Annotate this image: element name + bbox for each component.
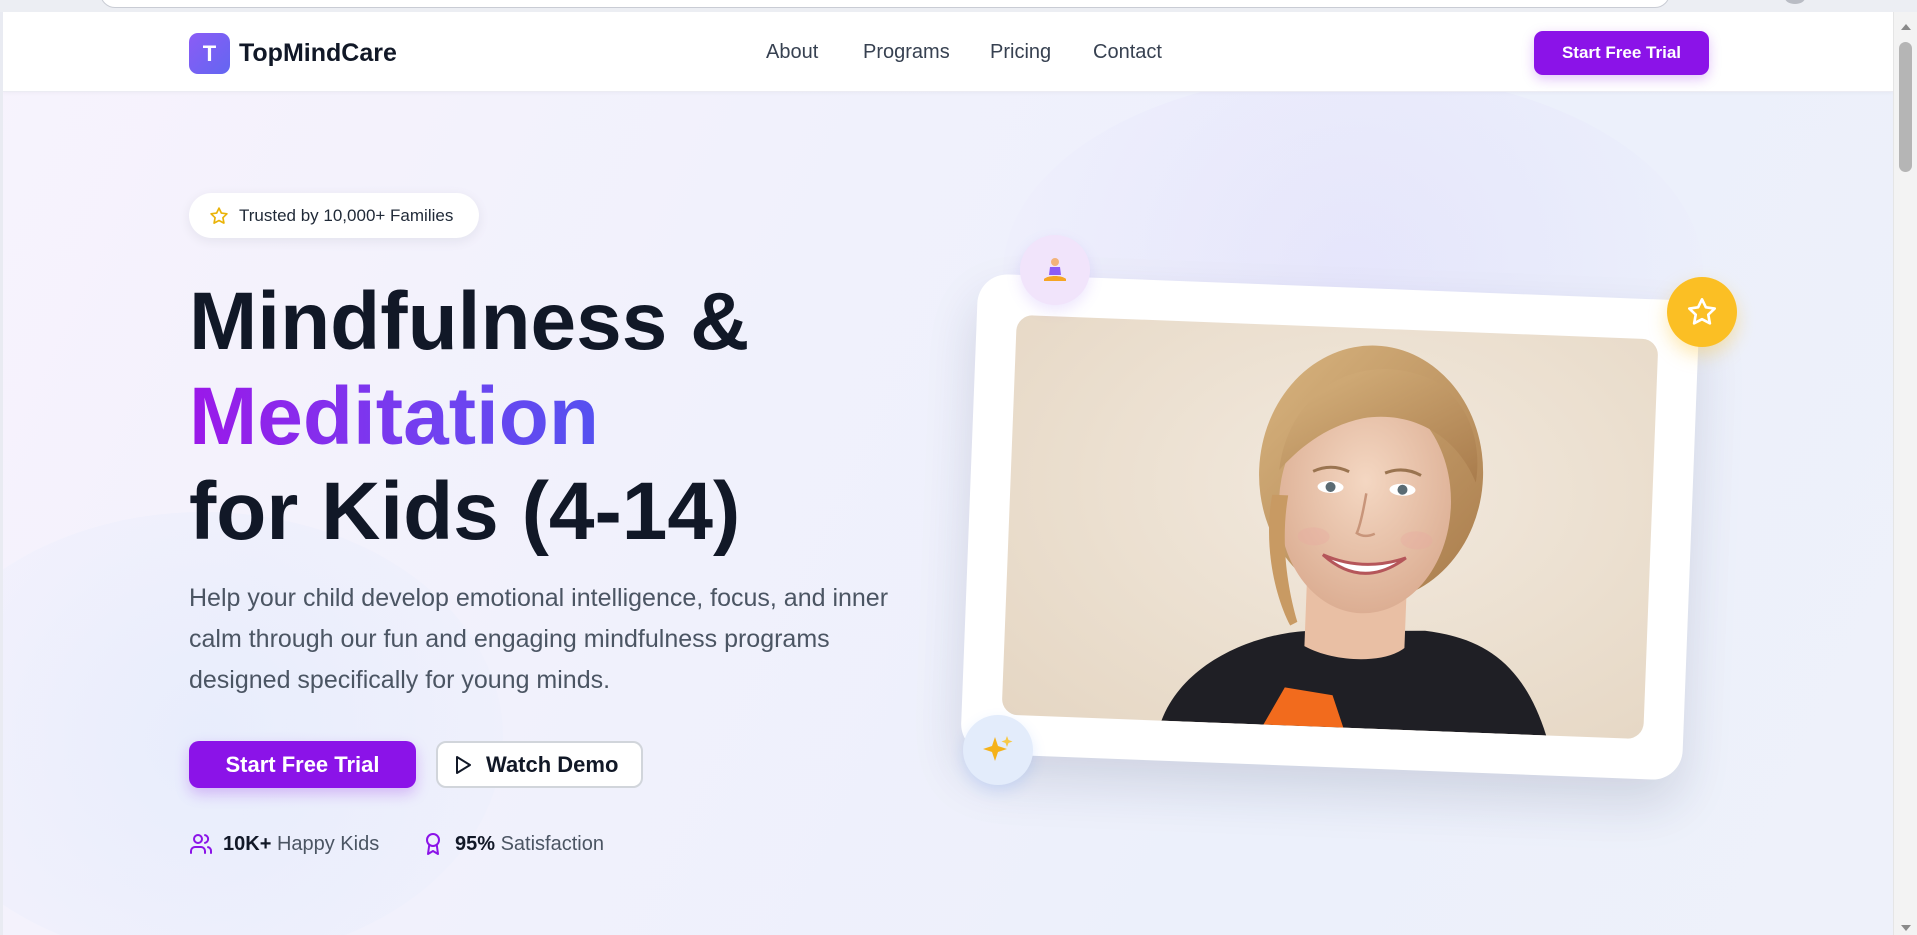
start-free-trial-button[interactable]: Start Free Trial: [189, 741, 416, 788]
vertical-scrollbar[interactable]: [1893, 12, 1917, 935]
play-icon: [456, 755, 471, 774]
hero-photo: [1001, 314, 1659, 740]
stat-happy-kids: 10K+ Happy Kids: [189, 832, 379, 856]
nav-link-pricing[interactable]: Pricing: [990, 41, 1051, 64]
watch-demo-button[interactable]: Watch Demo: [436, 741, 643, 788]
stat-label: Happy Kids: [276, 832, 380, 855]
browser-chrome-strip: [0, 0, 1917, 12]
scroll-up-arrow[interactable]: [1901, 24, 1911, 30]
star-icon: [1688, 298, 1716, 325]
nav-link-contact[interactable]: Contact: [1093, 41, 1162, 64]
hero-title-highlight: Meditation: [189, 369, 749, 464]
sparkles-badge: [963, 715, 1033, 785]
scroll-thumb[interactable]: [1899, 42, 1912, 172]
star-icon: [210, 206, 228, 224]
site-header: T TopMindCare About Programs Pricing Con…: [3, 12, 1893, 92]
stat-value: 10K+: [223, 832, 272, 855]
hero-image-card: [960, 273, 1700, 781]
logo-mark[interactable]: T: [189, 33, 230, 74]
hero-subtitle: Help your child develop emotional intell…: [189, 584, 889, 694]
trust-badge: Trusted by 10,000+ Families: [189, 193, 479, 238]
watch-demo-label: Watch Demo: [486, 751, 619, 777]
award-icon: [426, 833, 440, 855]
scroll-down-arrow[interactable]: [1901, 925, 1911, 931]
page-viewport: T TopMindCare About Programs Pricing Con…: [3, 12, 1893, 935]
brand-name[interactable]: TopMindCare: [239, 39, 397, 68]
nav-link-programs[interactable]: Programs: [863, 41, 950, 64]
hero-title-line3: for Kids (4-14): [189, 466, 741, 557]
meditating-person-icon: [1044, 258, 1066, 281]
browser-address-bar[interactable]: [100, 0, 1670, 8]
trust-badge-text: Trusted by 10,000+ Families: [239, 205, 454, 225]
star-badge: [1667, 277, 1737, 347]
stat-value: 95%: [455, 832, 496, 855]
woman-portrait-illustration: [1161, 345, 1547, 736]
header-start-trial-button[interactable]: Start Free Trial: [1534, 31, 1709, 75]
users-icon: [190, 834, 213, 854]
browser-profile-icon[interactable]: [1785, 0, 1805, 4]
stat-satisfaction: 95% Satisfaction: [421, 832, 604, 856]
sparkles-icon: [983, 736, 1013, 761]
meditation-badge: [1020, 235, 1090, 305]
background-blob: [3, 512, 503, 935]
hero-title: Mindfulness & Meditation for Kids (4-14): [189, 274, 749, 559]
stat-label: Satisfaction: [500, 832, 604, 855]
hero-title-line1: Mindfulness &: [189, 276, 750, 367]
nav-link-about[interactable]: About: [766, 41, 818, 64]
